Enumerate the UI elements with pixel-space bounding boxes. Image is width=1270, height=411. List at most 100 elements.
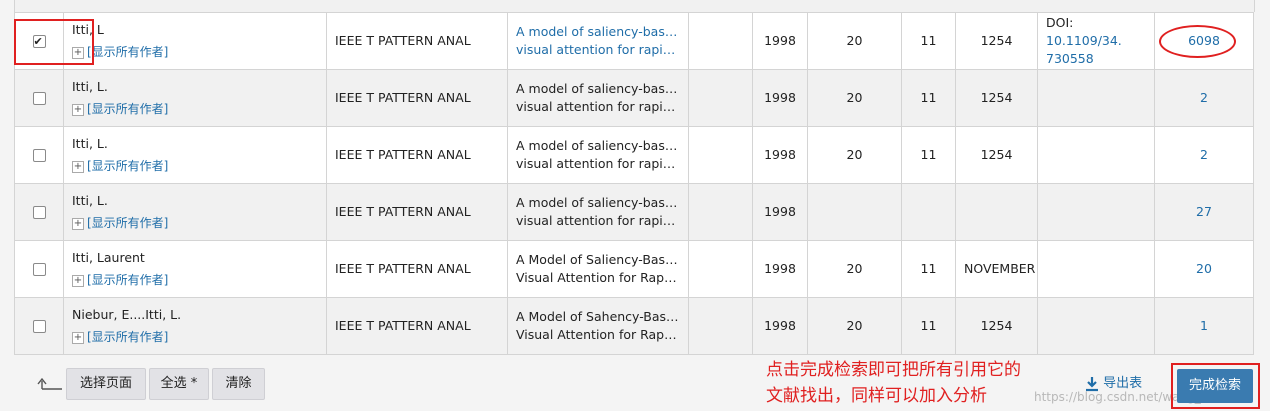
scroll-up-arrow-icon[interactable] xyxy=(36,376,62,390)
source-cell: IEEE T PATTERN ANAL xyxy=(326,240,508,298)
issue-cell: 11 xyxy=(901,126,956,184)
citation-count-link[interactable]: 1 xyxy=(1154,297,1254,355)
expand-plus-icon[interactable]: + xyxy=(72,160,84,173)
expand-plus-icon[interactable]: + xyxy=(72,217,84,230)
source-cell: IEEE T PATTERN ANAL xyxy=(326,12,508,70)
title-cell[interactable]: A model of saliency-based visual attentio… xyxy=(507,12,689,70)
row-checkbox-cell xyxy=(14,69,64,127)
row-checkbox-cell xyxy=(14,240,64,298)
doi-cell xyxy=(1037,69,1155,127)
table-row: Itti, L. + [显示所有作者] IEEE T PATTERN ANAL A mo… xyxy=(14,126,1254,184)
title-line-1: A model of saliency-based xyxy=(516,195,680,210)
row-checkbox-cell xyxy=(14,183,64,241)
table-row: Itti, L. + [显示所有作者] IEEE T PATTERN ANAL A mo… xyxy=(14,69,1254,127)
volume-cell xyxy=(807,183,902,241)
empty-cell xyxy=(688,240,753,298)
doi-cell: DOI: 10.1109/34. 730558 xyxy=(1037,12,1155,70)
empty-cell xyxy=(688,126,753,184)
title-line-2: visual attention for rapid... xyxy=(516,42,680,57)
citation-highlight-ellipse xyxy=(1159,25,1236,58)
citation-count-link[interactable]: 2 xyxy=(1154,69,1254,127)
title-line-2: visual attention for rapid... xyxy=(516,213,680,228)
author-name: Itti, L xyxy=(72,22,104,37)
title-line-1: A Model of Sahency-Based xyxy=(516,309,680,324)
author-cell: Itti, L. + [显示所有作者] xyxy=(63,126,327,184)
row-checkbox[interactable] xyxy=(32,206,46,219)
issue-cell: 11 xyxy=(901,240,956,298)
source-cell: IEEE T PATTERN ANAL xyxy=(326,297,508,355)
year-cell: 1998 xyxy=(752,183,808,241)
show-all-authors-link[interactable]: [显示所有作者] xyxy=(87,45,168,59)
expand-plus-icon[interactable]: + xyxy=(72,274,84,287)
table-row: Itti, L+[显示所有作者]IEEE T PATTERN ANALA mod… xyxy=(14,12,1254,70)
title-cell: A Model of Sahency-Based Visual Attention… xyxy=(507,297,689,355)
citation-count-link[interactable]: 27 xyxy=(1154,183,1254,241)
volume-cell: 20 xyxy=(807,297,902,355)
title-line-1: A model of saliency-based xyxy=(516,138,680,153)
title-cell: A model of saliency-based visual attentio… xyxy=(507,126,689,184)
source-cell: IEEE T PATTERN ANAL xyxy=(326,183,508,241)
row-checkbox-cell xyxy=(14,126,64,184)
title-line-2: visual attention for rapid... xyxy=(516,99,680,114)
doi-link-cont[interactable]: 730558 xyxy=(1046,51,1094,66)
doi-link[interactable]: 10.1109/34. xyxy=(1046,33,1122,48)
row-checkbox[interactable] xyxy=(32,149,46,162)
year-cell: 1998 xyxy=(752,126,808,184)
clear-button[interactable]: 清除 xyxy=(212,368,265,400)
volume-cell: 20 xyxy=(807,69,902,127)
author-name: Niebur, E....Itti, L. xyxy=(72,307,182,322)
finish-button-highlight-box xyxy=(1171,363,1260,409)
citation-count-link[interactable]: 20 xyxy=(1154,240,1254,298)
show-all-authors-link[interactable]: [显示所有作者] xyxy=(87,330,168,344)
source-cell: IEEE T PATTERN ANAL xyxy=(326,126,508,184)
author-cell: Itti, Laurent + [显示所有作者] xyxy=(63,240,327,298)
row-checkbox[interactable] xyxy=(32,263,46,276)
year-cell: 1998 xyxy=(752,12,808,70)
title-cell: A Model of Saliency-Based Visual Attentio… xyxy=(507,240,689,298)
select-all-button[interactable]: 全选 * xyxy=(149,368,209,400)
export-label: 导出表 xyxy=(1103,376,1143,391)
doi-label: DOI: xyxy=(1046,15,1074,30)
footer-toolbar: 选择页面 全选 * 清除 点击完成检索即可把所有引用它的 文献找出，同样可以加入… xyxy=(0,360,1270,411)
expand-plus-icon[interactable]: + xyxy=(72,103,84,116)
title-line-1: A model of saliency-based xyxy=(516,81,680,96)
author-name: Itti, L. xyxy=(72,136,108,151)
expand-plus-icon[interactable]: + xyxy=(72,331,84,344)
doi-cell xyxy=(1037,183,1155,241)
page-cell: 1254 xyxy=(955,297,1038,355)
issue-cell: 11 xyxy=(901,69,956,127)
page-cell xyxy=(955,183,1038,241)
author-name: Itti, Laurent xyxy=(72,250,145,265)
annotation-line-1: 点击完成检索即可把所有引用它的 xyxy=(766,360,1021,380)
issue-cell: 11 xyxy=(901,297,956,355)
title-line-2: Visual Attention for Rapid... xyxy=(516,270,680,285)
show-all-authors-link[interactable]: [显示所有作者] xyxy=(87,159,168,173)
empty-cell xyxy=(688,69,753,127)
doi-cell xyxy=(1037,240,1155,298)
title-line-2: visual attention for rapid... xyxy=(516,156,680,171)
export-button[interactable]: 导出表 xyxy=(1085,372,1142,392)
title-cell: A model of saliency-based visual attentio… xyxy=(507,183,689,241)
title-line-2: Visual Attention for Rapid... xyxy=(516,327,680,342)
author-cell: Itti, L. + [显示所有作者] xyxy=(63,69,327,127)
title-cell: A model of saliency-based visual attentio… xyxy=(507,69,689,127)
empty-cell xyxy=(688,297,753,355)
citation-count-link[interactable]: 2 xyxy=(1154,126,1254,184)
row-checkbox-cell xyxy=(14,297,64,355)
volume-cell: 20 xyxy=(807,126,902,184)
doi-cell xyxy=(1037,126,1155,184)
year-cell: 1998 xyxy=(752,69,808,127)
row-checkbox[interactable] xyxy=(32,92,46,105)
row-checkbox[interactable] xyxy=(32,320,46,333)
show-all-authors-link[interactable]: [显示所有作者] xyxy=(87,273,168,287)
table-row: Itti, L. + [显示所有作者] IEEE T PATTERN ANAL A mo… xyxy=(14,183,1254,241)
show-all-authors-link[interactable]: [显示所有作者] xyxy=(87,102,168,116)
title-line-1: A model of saliency-based xyxy=(516,24,680,39)
author-name: Itti, L. xyxy=(72,79,108,94)
show-all-authors-link[interactable]: [显示所有作者] xyxy=(87,216,168,230)
table-row: Niebur, E....Itti, L. + [显示所有作者] IEEE T PAT… xyxy=(14,297,1254,355)
volume-cell: 20 xyxy=(807,12,902,70)
select-page-button[interactable]: 选择页面 xyxy=(66,368,146,400)
issue-cell: 11 xyxy=(901,12,956,70)
page-cell: 1254 xyxy=(955,69,1038,127)
